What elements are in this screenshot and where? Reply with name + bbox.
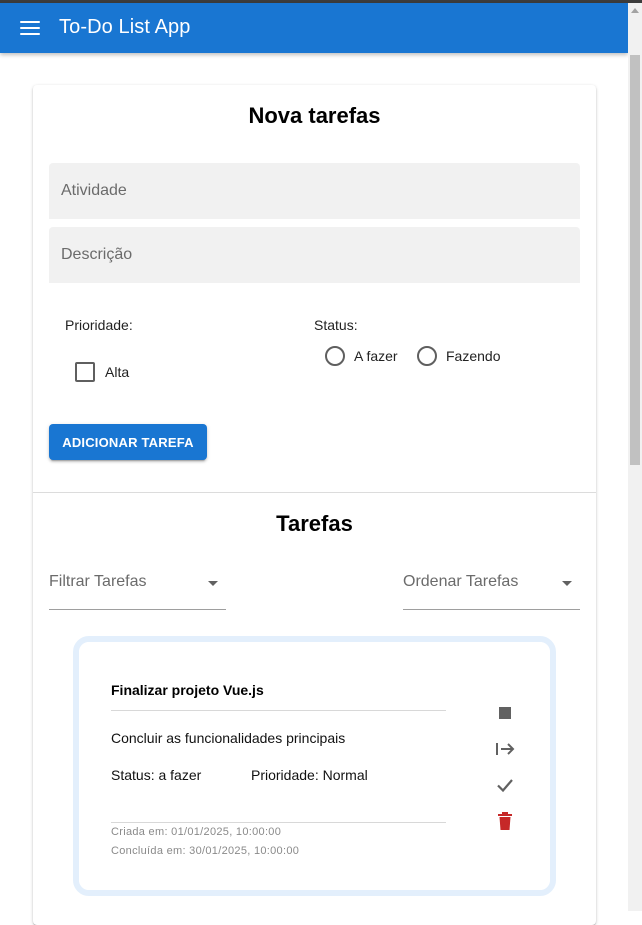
task-card-body: Finalizar projeto Vue.js Concluir as fun… bbox=[79, 642, 550, 890]
task-title: Finalizar projeto Vue.js bbox=[111, 682, 264, 698]
activity-field[interactable] bbox=[49, 163, 580, 219]
main-card: Nova tarefas Prioridade: Alta Status: A … bbox=[33, 85, 596, 925]
priority-label: Prioridade: bbox=[65, 317, 133, 333]
tasks-title: Tarefas bbox=[276, 511, 353, 536]
status-todo-label[interactable]: A fazer bbox=[354, 348, 398, 364]
sort-tasks-select[interactable]: Ordenar Tarefas bbox=[403, 560, 580, 610]
status-doing-radio[interactable] bbox=[417, 346, 437, 366]
app-title: To-Do List App bbox=[59, 16, 191, 38]
priority-high-checkbox[interactable] bbox=[75, 362, 95, 382]
task-description: Concluir as funcionalidades principais bbox=[111, 730, 346, 746]
task-status: Status: a fazer bbox=[111, 767, 202, 783]
status-todo-radio[interactable] bbox=[325, 346, 345, 366]
chevron-down-icon bbox=[562, 581, 572, 586]
arrow-right-to-bar-icon[interactable] bbox=[493, 737, 517, 761]
check-icon[interactable] bbox=[493, 773, 517, 797]
task-divider bbox=[111, 822, 446, 823]
priority-high-label[interactable]: Alta bbox=[105, 364, 129, 380]
status-doing-label[interactable]: Fazendo bbox=[446, 348, 500, 364]
chevron-down-icon bbox=[208, 581, 218, 586]
activity-input[interactable] bbox=[49, 163, 580, 219]
menu-icon[interactable] bbox=[20, 20, 40, 36]
task-divider bbox=[111, 710, 446, 711]
stop-icon[interactable] bbox=[493, 701, 517, 725]
task-completed-date: Concluída em: 30/01/2025, 10:00:00 bbox=[111, 845, 300, 857]
app-bar: To-Do List App bbox=[0, 3, 628, 53]
description-input[interactable] bbox=[49, 227, 580, 283]
trash-icon[interactable] bbox=[493, 809, 517, 833]
description-field[interactable] bbox=[49, 227, 580, 283]
form-title: Nova tarefas bbox=[248, 103, 381, 128]
task-card: Finalizar projeto Vue.js Concluir as fun… bbox=[73, 636, 556, 896]
task-priority: Prioridade: Normal bbox=[251, 767, 368, 783]
status-label: Status: bbox=[314, 317, 358, 333]
add-task-button[interactable]: ADICIONAR TAREFA bbox=[49, 424, 207, 460]
section-divider bbox=[33, 492, 596, 493]
scroll-up-arrow-icon[interactable] bbox=[631, 8, 639, 13]
filter-tasks-select[interactable]: Filtrar Tarefas bbox=[49, 560, 226, 610]
sort-tasks-label: Ordenar Tarefas bbox=[403, 573, 519, 590]
filter-tasks-label: Filtrar Tarefas bbox=[49, 573, 147, 590]
task-created-date: Criada em: 01/01/2025, 10:00:00 bbox=[111, 826, 282, 838]
scrollbar-thumb[interactable] bbox=[630, 55, 640, 465]
vertical-scrollbar[interactable] bbox=[628, 3, 642, 911]
